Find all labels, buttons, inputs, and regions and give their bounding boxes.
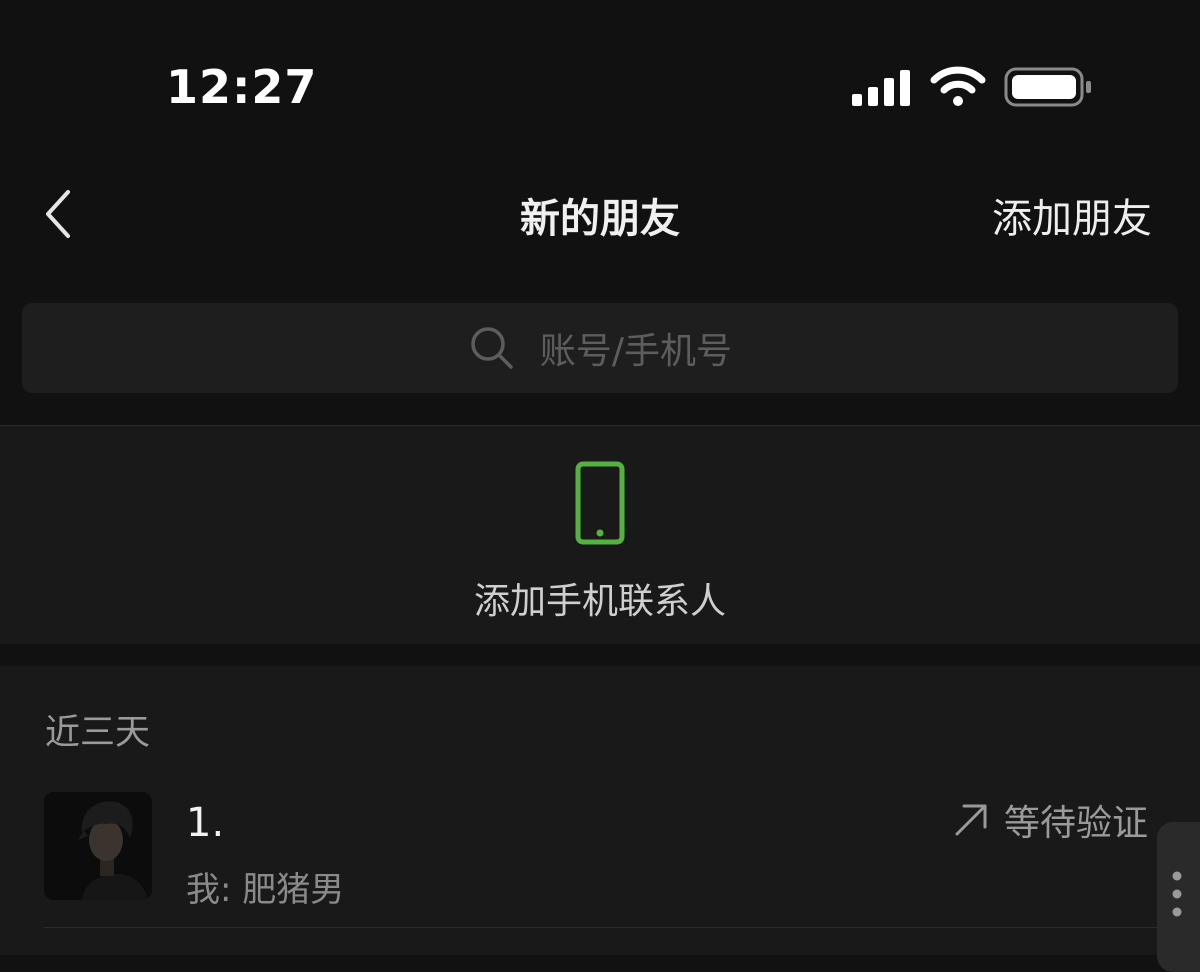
status-text: 等待验证: [1004, 803, 1149, 844]
contact-name: 1.: [186, 800, 225, 846]
more-vertical-icon: [1172, 871, 1182, 917]
search-input[interactable]: 账号/手机号: [22, 303, 1178, 393]
phone-icon: [575, 461, 625, 545]
avatar-image: [44, 792, 152, 900]
section-header: 近三天: [45, 713, 151, 753]
avatar[interactable]: [44, 792, 152, 900]
status-badge: 等待验证: [952, 794, 1148, 846]
arrow-up-right-icon: [955, 804, 987, 836]
wifi-icon: [930, 66, 986, 106]
contact-message: 我: 肥猪男: [186, 870, 345, 910]
status-time: 12:27: [166, 60, 318, 114]
battery-icon: [1004, 67, 1091, 107]
add-friend-button[interactable]: 添加朋友: [992, 186, 1152, 244]
search-placeholder: 账号/手机号: [539, 331, 733, 372]
cellular-signal-icon: [852, 70, 910, 106]
divider: [44, 927, 1200, 928]
add-phone-contacts-label: 添加手机联系人: [473, 581, 726, 622]
search-icon: [471, 327, 513, 369]
